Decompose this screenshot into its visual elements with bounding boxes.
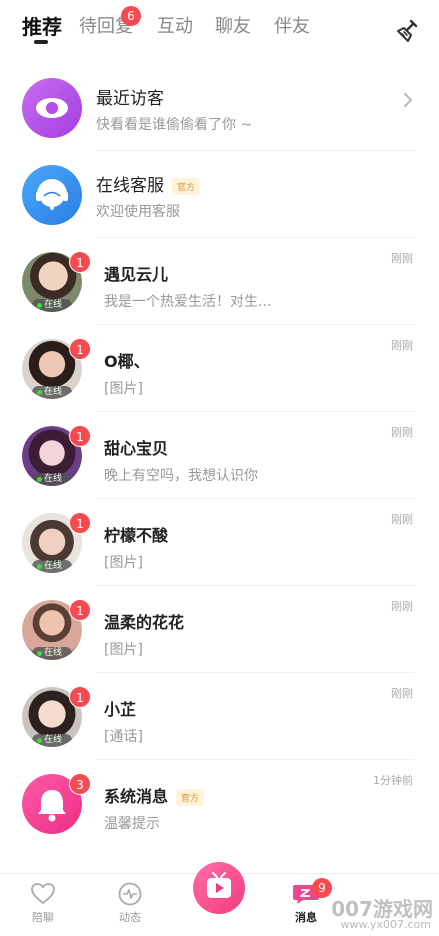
center-live-button[interactable] xyxy=(193,862,245,914)
unread-badge: 3 xyxy=(69,773,91,795)
tab-chat-friends[interactable]: 聊友 xyxy=(215,12,251,38)
tab-interaction[interactable]: 互动 xyxy=(157,12,193,38)
nav-label: 陪聊 xyxy=(32,911,54,924)
system-message-name: 系统消息 xyxy=(104,787,169,806)
message-time: 刚刚 xyxy=(391,252,413,265)
online-status: 在线 xyxy=(32,734,72,747)
top-tab-bar: 推荐 待回复 6 互动 聊友 伴友 xyxy=(0,0,439,58)
online-status: 在线 xyxy=(32,473,72,486)
customer-service-icon xyxy=(36,179,68,210)
contact-name: 小芷 xyxy=(104,700,137,719)
messages-badge: 9 xyxy=(312,878,332,898)
online-status: 在线 xyxy=(32,647,72,660)
official-tag: 官方 xyxy=(172,177,201,195)
unread-badge: 1 xyxy=(69,599,91,621)
nav-label: 消息 xyxy=(295,911,317,924)
recent-visitors-title: 最近访客 xyxy=(96,89,164,109)
nav-accompany-chat[interactable]: 陪聊 xyxy=(13,882,73,925)
contact-name: 柠檬不酸 xyxy=(104,526,169,545)
unread-badge: 1 xyxy=(69,251,91,273)
contact-name: 甜心宝贝 xyxy=(104,439,169,458)
customer-service-row[interactable]: 在线客服 官方 欢迎使用客服 xyxy=(0,151,439,238)
recent-visitors-subtitle: 快看看是谁偷偷看了你 ~ xyxy=(96,117,253,133)
message-time: 刚刚 xyxy=(391,513,413,526)
message-time: 刚刚 xyxy=(391,426,413,439)
broom-icon[interactable] xyxy=(395,18,421,44)
conversation-row[interactable]: 在线 1 O椰、 [图片] 刚刚 xyxy=(0,325,439,412)
conversation-row[interactable]: 在线 1 温柔的花花 [图片] 刚刚 xyxy=(0,586,439,673)
message-time: 1分钟前 xyxy=(373,774,413,787)
contact-name: 温柔的花花 xyxy=(104,613,185,632)
contact-name: 遇见云儿 xyxy=(104,265,169,284)
system-message-row[interactable]: 3 系统消息 官方 温馨提示 1分钟前 xyxy=(0,760,439,847)
active-tab-indicator xyxy=(34,40,48,44)
customer-service-subtitle: 欢迎使用客服 xyxy=(96,204,180,220)
customer-service-avatar xyxy=(22,165,82,225)
last-message: [图片] xyxy=(104,555,143,571)
last-message: [图片] xyxy=(104,642,143,658)
message-time: 刚刚 xyxy=(391,600,413,613)
online-status: 在线 xyxy=(32,299,72,312)
eye-icon xyxy=(36,98,68,118)
conversation-row[interactable]: 在线 1 小芷 [通话] 刚刚 xyxy=(0,673,439,760)
recent-visitors-row[interactable]: 最近访客 快看看是谁偷偷看了你 ~ xyxy=(0,64,439,151)
nav-label: 动态 xyxy=(119,911,141,924)
conversation-row[interactable]: 在线 1 遇见云儿 我是一个热爱生活！对生... 刚刚 xyxy=(0,238,439,325)
recent-visitors-avatar xyxy=(22,78,82,138)
nav-moments[interactable]: 动态 xyxy=(100,882,160,925)
pending-reply-badge: 6 xyxy=(121,6,141,26)
unread-badge: 1 xyxy=(69,338,91,360)
last-message: 温馨提示 xyxy=(104,816,160,832)
message-time: 刚刚 xyxy=(391,339,413,352)
customer-service-title: 在线客服 官方 xyxy=(96,171,201,196)
last-message: 晚上有空吗，我想认识你 xyxy=(104,468,258,484)
tv-icon xyxy=(207,872,231,898)
contact-name: O椰、 xyxy=(104,352,150,371)
last-message: [图片] xyxy=(104,381,143,397)
heart-icon xyxy=(31,883,55,905)
last-message: 我是一个热爱生活！对生... xyxy=(104,294,272,310)
system-message-title: 系统消息 官方 xyxy=(104,783,205,807)
pulse-icon xyxy=(118,882,142,906)
conversation-row[interactable]: 在线 1 柠檬不酸 [图片] 刚刚 xyxy=(0,499,439,586)
conversation-row[interactable]: 在线 1 甜心宝贝 晚上有空吗，我想认识你 刚刚 xyxy=(0,412,439,499)
last-message: [通话] xyxy=(104,729,143,745)
chevron-right-icon xyxy=(404,93,413,107)
unread-badge: 1 xyxy=(69,512,91,534)
online-status: 在线 xyxy=(32,386,72,399)
message-time: 刚刚 xyxy=(391,687,413,700)
tab-recommend[interactable]: 推荐 xyxy=(22,11,62,40)
unread-badge: 1 xyxy=(69,425,91,447)
watermark-url: www.yx007.com xyxy=(340,918,431,931)
customer-service-name: 在线客服 xyxy=(96,176,164,196)
unread-badge: 1 xyxy=(69,686,91,708)
official-tag: 官方 xyxy=(176,789,205,806)
tab-companions[interactable]: 伴友 xyxy=(274,12,310,38)
online-status: 在线 xyxy=(32,560,72,573)
